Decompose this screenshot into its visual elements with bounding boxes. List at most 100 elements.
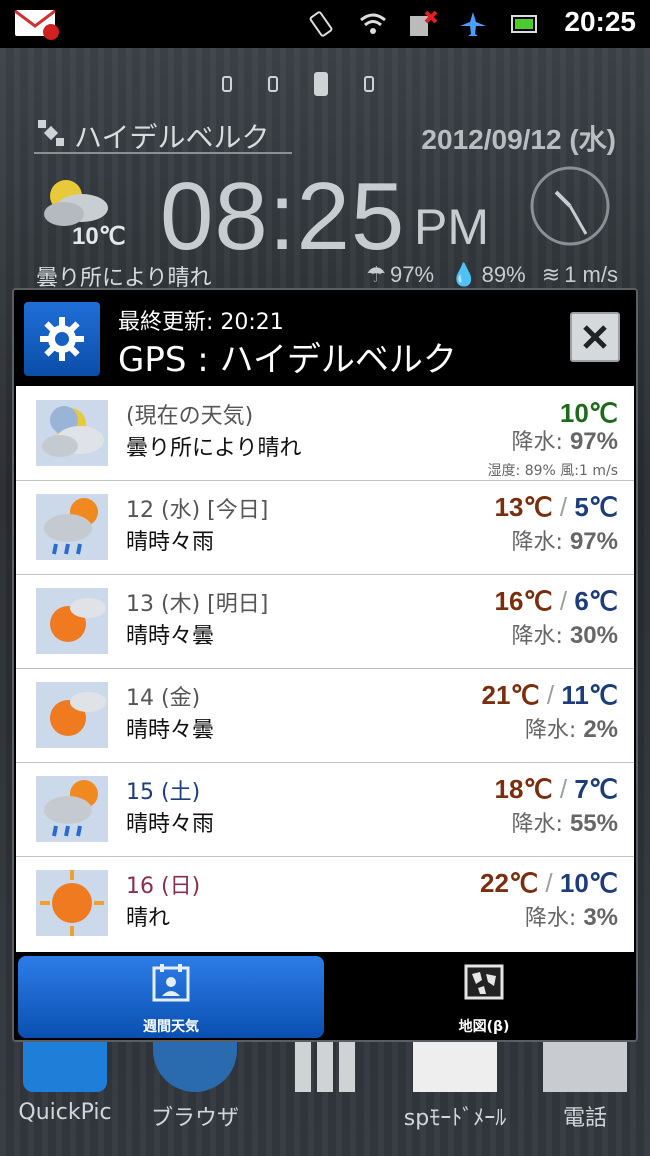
forecast-description: 晴れ xyxy=(126,906,171,931)
analog-clock-icon xyxy=(530,166,610,246)
dock-app-browser[interactable]: ブラウザ xyxy=(140,1042,250,1156)
widget-city-underline xyxy=(34,152,292,154)
dialog-title: GPS : ハイデルベルク xyxy=(118,340,457,380)
forecast-high: 21℃ xyxy=(481,680,540,710)
forecast-description: 晴時々曇 xyxy=(126,624,215,649)
partly-cloudy-night-icon xyxy=(36,400,108,466)
forecast-temps: 16℃ / 6℃ xyxy=(495,586,619,617)
precip-value: 55% xyxy=(569,810,618,837)
current-weather-row[interactable]: (現在の天気) 曇り所により晴れ 10℃ 降水: 97% 湿度: 89% 風:1… xyxy=(16,386,634,481)
widget-clock: 08:25 xyxy=(160,163,406,270)
forecast-high: 22℃ xyxy=(480,868,539,898)
forecast-row[interactable]: 14 (金) 晴時々曇 21℃ / 11℃ 降水: 2% xyxy=(16,668,634,763)
current-extra: 湿度: 89% 風:1 m/s xyxy=(487,463,618,479)
calendar-person-icon xyxy=(152,964,190,1002)
quickpic-icon xyxy=(23,1042,107,1092)
forecast-row[interactable]: 13 (木) [明日] 晴時々曇 16℃ / 6℃ 降水: 30% xyxy=(16,574,634,669)
forecast-precip: 降水: 97% xyxy=(512,524,618,556)
precip-label: 降水: xyxy=(511,624,563,649)
temp-separator: / xyxy=(545,868,553,898)
status-time: 20:25 xyxy=(564,6,636,37)
dock-app-sp-mail[interactable]: spﾓｰﾄﾞﾒｰﾙ xyxy=(400,1042,510,1156)
battery-icon xyxy=(511,15,537,33)
app-grid-icon xyxy=(295,1042,355,1092)
precip-label: 降水: xyxy=(511,430,563,455)
temp-separator: / xyxy=(559,492,568,522)
precip-value: 97% xyxy=(569,528,618,555)
forecast-temps: 18℃ / 7℃ xyxy=(495,774,619,805)
precip-label: 降水: xyxy=(511,812,563,837)
umbrella-icon: ☂ xyxy=(366,262,387,287)
precip-label: 降水: xyxy=(524,718,577,743)
widget-temperature: 10℃ xyxy=(72,223,126,250)
tab-weekly-weather[interactable]: 週間天気 xyxy=(18,956,324,1038)
forecast-description: 晴時々雨 xyxy=(126,812,215,837)
status-bar: 20:25 xyxy=(0,0,650,48)
forecast-day: 14 (金) xyxy=(126,686,201,711)
precip-value: 30% xyxy=(569,622,618,649)
forecast-high: 16℃ xyxy=(494,586,553,616)
sun-rain-icon xyxy=(36,776,108,842)
weather-dialog: 最終更新: 20:21 GPS : ハイデルベルク (現在の天気) 曇り所により… xyxy=(12,288,638,1042)
widget-city: ハイデルベルク xyxy=(74,121,270,154)
precip-value: 3% xyxy=(583,904,618,931)
forecast-row[interactable]: 15 (土) 晴時々雨 18℃ / 7℃ 降水: 55% xyxy=(16,762,634,857)
dock-app-label: spﾓｰﾄﾞﾒｰﾙ xyxy=(403,1106,507,1131)
widget-rain: 97% xyxy=(390,262,435,287)
forecast-row[interactable]: 16 (日) 晴れ 22℃ / 10℃ 降水: 3% xyxy=(16,856,634,950)
home-page-indicator xyxy=(220,72,390,96)
forecast-list[interactable]: (現在の天気) 曇り所により晴れ 10℃ 降水: 97% 湿度: 89% 風:1… xyxy=(16,386,634,952)
wifi-icon xyxy=(360,13,386,34)
page-dot xyxy=(222,76,232,92)
page-dot xyxy=(268,76,278,92)
dock-app-phone[interactable]: 電話 xyxy=(530,1042,640,1156)
drop-icon: 💧 xyxy=(450,262,478,287)
forecast-row[interactable]: 12 (水) [今日] 晴時々雨 13℃ / 5℃ 降水: 97% xyxy=(16,480,634,575)
precip-label: 降水: xyxy=(524,906,577,931)
forecast-precip: 降水: 30% xyxy=(512,618,618,650)
close-button[interactable] xyxy=(570,312,620,362)
forecast-low: 10℃ xyxy=(559,868,618,898)
sun-cloud-icon xyxy=(36,588,108,654)
globe-icon xyxy=(153,1042,237,1092)
current-description: 曇り所により晴れ xyxy=(126,436,302,461)
gear-icon xyxy=(40,317,84,361)
forecast-low: 11℃ xyxy=(561,680,618,710)
temp-separator: / xyxy=(559,774,568,804)
widget-wind: 1 m/s xyxy=(564,262,618,287)
world-map-icon xyxy=(464,964,504,1000)
widget-stats: ☂ 97% 💧 89% ≋ 1 m/s xyxy=(356,262,618,288)
airplane-data-icon xyxy=(460,12,486,36)
forecast-day: 16 (日) xyxy=(126,874,201,899)
precip-value: 2% xyxy=(583,716,618,743)
home-dock: QuickPic ブラウザ spﾓｰﾄﾞﾒｰﾙ 電話 xyxy=(0,1042,650,1156)
page-dot-current xyxy=(314,72,328,96)
precip-value: 97% xyxy=(569,428,618,455)
dialpad-icon xyxy=(543,1042,627,1092)
current-label: (現在の天気) xyxy=(126,404,254,429)
sun-cloud-icon xyxy=(36,682,108,748)
dock-app-quickpic[interactable]: QuickPic xyxy=(10,1042,120,1156)
forecast-precip: 降水: 2% xyxy=(525,712,618,744)
forecast-precip: 降水: 55% xyxy=(512,806,618,838)
page-dot xyxy=(364,76,374,92)
widget-ampm: PM xyxy=(414,199,489,255)
sim-error-icon xyxy=(410,10,438,36)
forecast-description: 晴時々曇 xyxy=(126,718,215,743)
forecast-day: 12 (水) [今日] xyxy=(126,498,269,523)
tab-map[interactable]: 地図(β) xyxy=(334,956,634,1038)
dock-app-label: ブラウザ xyxy=(150,1106,239,1131)
temp-separator: / xyxy=(559,586,568,616)
forecast-high: 18℃ xyxy=(494,774,553,804)
dock-app-label: 電話 xyxy=(562,1106,607,1131)
dialog-tab-bar: 週間天気 地図(β) xyxy=(14,952,636,1040)
forecast-temps: 21℃ / 11℃ xyxy=(481,680,618,711)
gps-satellite-icon xyxy=(38,120,64,146)
forecast-temps: 22℃ / 10℃ xyxy=(480,868,618,899)
forecast-low: 5℃ xyxy=(574,492,618,522)
settings-button[interactable] xyxy=(24,302,100,376)
dock-app-drawer[interactable] xyxy=(270,1042,380,1156)
dialog-header: 最終更新: 20:21 GPS : ハイデルベルク xyxy=(14,290,636,386)
widget-date: 2012/09/12 (水) xyxy=(421,124,616,155)
forecast-high: 13℃ xyxy=(494,492,553,522)
